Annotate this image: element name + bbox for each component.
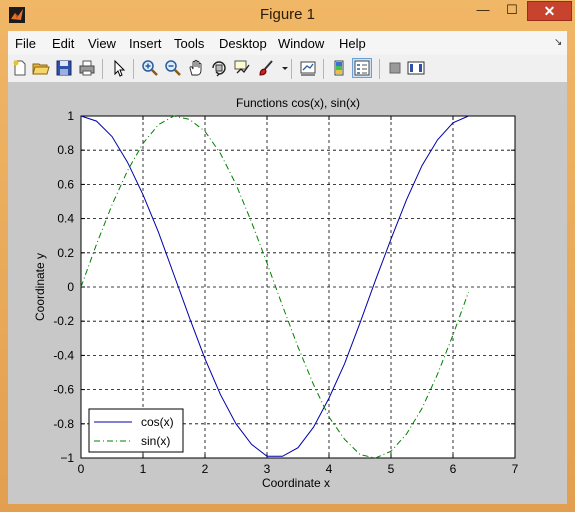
x-tick-label: 7 bbox=[512, 462, 519, 476]
menu-file[interactable]: File bbox=[15, 36, 36, 51]
show-plot-tools-icon[interactable] bbox=[407, 59, 425, 77]
x-tick-label: 6 bbox=[450, 462, 457, 476]
zoom-in-icon[interactable] bbox=[141, 59, 159, 77]
x-tick-label: 4 bbox=[326, 462, 333, 476]
zoom-out-icon[interactable] bbox=[164, 59, 182, 77]
data-cursor-icon[interactable] bbox=[233, 59, 251, 77]
figure-window: Figure 1 — ☐ ✕ File Edit View Insert Too… bbox=[0, 0, 575, 512]
menu-tools[interactable]: Tools bbox=[174, 36, 204, 51]
y-tick-label: -0.4 bbox=[53, 348, 74, 362]
x-tick-label: 0 bbox=[78, 462, 85, 476]
x-tick-label: 2 bbox=[202, 462, 209, 476]
menu-help[interactable]: Help bbox=[339, 36, 366, 51]
y-tick-label: 0 bbox=[67, 280, 74, 294]
y-tick-label: -0.8 bbox=[53, 417, 74, 431]
y-tick-label: 0.4 bbox=[57, 212, 74, 226]
y-tick-label: 1 bbox=[67, 109, 74, 123]
toolbar-separator bbox=[102, 59, 103, 79]
figure-canvas[interactable]: 0 1 2 3 4 5 6 7 1 0.8 0.6 0.4 0.2 0 -0.2 -0.4 -0.6 -0.8 −… bbox=[8, 83, 567, 504]
toolbar-separator bbox=[379, 59, 380, 79]
brush-icon[interactable] bbox=[257, 59, 275, 77]
title-bar[interactable]: Figure 1 — ☐ ✕ bbox=[0, 0, 575, 31]
close-button[interactable]: ✕ bbox=[527, 1, 572, 21]
menu-insert[interactable]: Insert bbox=[129, 36, 162, 51]
chart-title: Functions cos(x), sin(x) bbox=[236, 96, 360, 110]
x-tick-label: 5 bbox=[388, 462, 395, 476]
plot-svg[interactable]: 0 1 2 3 4 5 6 7 1 0.8 0.6 0.4 0.2 0 -0.2 -0.4 -0.6 -0.8 −… bbox=[8, 83, 567, 504]
legend-sin-label: sin(x) bbox=[141, 434, 170, 448]
y-tick-label: -0.2 bbox=[53, 314, 74, 328]
legend-cos-label: cos(x) bbox=[141, 415, 174, 429]
toolbar-separator bbox=[291, 59, 292, 79]
insert-colorbar-icon[interactable] bbox=[330, 59, 348, 77]
y-tick-label: −1 bbox=[60, 451, 74, 465]
menu-desktop[interactable]: Desktop bbox=[219, 36, 267, 51]
insert-legend-icon[interactable] bbox=[352, 58, 372, 78]
y-axis-label: Coordinate y bbox=[33, 253, 47, 321]
link-plot-icon[interactable] bbox=[299, 59, 317, 77]
y-tick-label: 0.6 bbox=[57, 177, 74, 191]
figure-client-area: File Edit View Insert Tools Desktop Wind… bbox=[8, 31, 567, 504]
x-tick-labels: 0 1 2 3 4 5 6 7 bbox=[78, 462, 519, 476]
rotate-3d-icon[interactable] bbox=[210, 59, 228, 77]
hide-plot-tools-icon[interactable] bbox=[386, 59, 404, 77]
edit-plot-icon[interactable] bbox=[110, 59, 128, 77]
legend[interactable]: cos(x) sin(x) bbox=[88, 408, 184, 453]
menu-edit[interactable]: Edit bbox=[52, 36, 74, 51]
new-figure-icon[interactable] bbox=[11, 59, 29, 77]
print-figure-icon[interactable] bbox=[78, 59, 96, 77]
minimize-button[interactable]: — bbox=[469, 1, 497, 21]
y-tick-label: -0.6 bbox=[53, 383, 74, 397]
toolbar-separator bbox=[133, 59, 134, 79]
figure-toolbar bbox=[8, 55, 567, 83]
y-tick-labels: 1 0.8 0.6 0.4 0.2 0 -0.2 -0.4 -0.6 -0.8 −1 bbox=[53, 109, 74, 465]
toolbar-dock-arrow-icon[interactable]: ↘ bbox=[554, 37, 562, 48]
pan-icon[interactable] bbox=[187, 59, 205, 77]
maximize-button[interactable]: ☐ bbox=[499, 1, 525, 21]
y-tick-label: 0.8 bbox=[57, 143, 74, 157]
x-axis-label: Coordinate x bbox=[262, 476, 330, 490]
menu-view[interactable]: View bbox=[88, 36, 116, 51]
open-file-icon[interactable] bbox=[32, 59, 50, 77]
menu-window[interactable]: Window bbox=[278, 36, 324, 51]
y-tick-label: 0.2 bbox=[57, 246, 74, 260]
brush-dropdown-arrow-icon[interactable] bbox=[276, 59, 288, 77]
x-tick-label: 1 bbox=[140, 462, 147, 476]
menu-bar: File Edit View Insert Tools Desktop Wind… bbox=[8, 31, 567, 55]
save-figure-icon[interactable] bbox=[55, 59, 73, 77]
x-tick-label: 3 bbox=[264, 462, 271, 476]
toolbar-separator bbox=[323, 59, 324, 79]
